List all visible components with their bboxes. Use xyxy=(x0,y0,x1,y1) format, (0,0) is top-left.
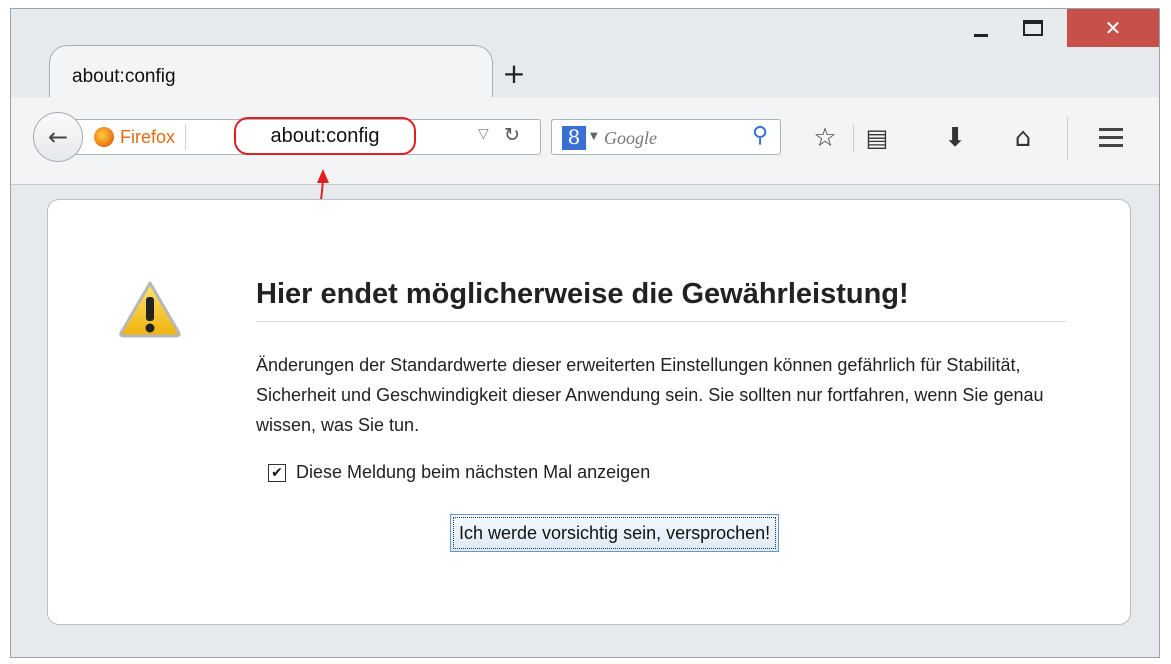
confirm-button[interactable]: Ich werde vorsichtig sein, versprochen! xyxy=(450,514,780,552)
download-icon[interactable]: ⬇ xyxy=(937,123,973,155)
search-input[interactable] xyxy=(604,125,744,151)
url-bar[interactable]: Firefox about:config ▽ ↻ xyxy=(71,117,541,155)
engine-dropdown-icon[interactable]: ▼ xyxy=(590,131,598,142)
minimize-icon xyxy=(974,33,988,37)
warning-icon xyxy=(119,281,181,338)
warning-text: Änderungen der Standardwerte dieser erwe… xyxy=(256,355,1044,435)
checkbox[interactable]: ✔ xyxy=(268,463,286,482)
warning-page: Hier endet möglicherweise die Gewährleis… xyxy=(47,199,1131,625)
search-engine-icon[interactable]: 8 xyxy=(562,126,586,150)
menu-icon[interactable] xyxy=(1093,123,1129,155)
toolbar-separator xyxy=(853,125,854,153)
page-title: Hier endet möglicherweise die Gewährleis… xyxy=(256,278,1066,322)
tab-about-config[interactable]: about:config xyxy=(49,45,493,103)
search-bar[interactable]: 8 ▼ ⚲ xyxy=(551,119,781,155)
firefox-icon xyxy=(94,127,114,147)
show-warning-checkbox[interactable]: ✔ Diese Meldung beim nächsten Mal anzeig… xyxy=(268,462,650,483)
reload-icon[interactable]: ↻ xyxy=(504,124,520,146)
maximize-button[interactable] xyxy=(1011,9,1055,47)
identity-box[interactable]: Firefox xyxy=(94,124,187,150)
menu-line xyxy=(1099,144,1123,147)
url-input[interactable]: about:config xyxy=(234,117,416,155)
back-button[interactable]: ← xyxy=(33,112,83,162)
close-button[interactable]: ✕ xyxy=(1067,9,1159,47)
close-icon: ✕ xyxy=(1104,16,1122,40)
minimize-button[interactable] xyxy=(959,9,1003,47)
tab-label: about:config xyxy=(72,66,176,87)
menu-line xyxy=(1099,128,1123,131)
bookmark-star-icon[interactable]: ☆ xyxy=(807,123,843,155)
reading-list-icon[interactable]: ▤ xyxy=(859,123,895,155)
menu-line xyxy=(1099,136,1123,139)
back-icon: ← xyxy=(47,123,69,151)
arrow-head xyxy=(317,169,329,183)
browser-window: about:config + ✕ Firefox about:config ▽ … xyxy=(10,8,1160,658)
dropdown-icon[interactable]: ▽ xyxy=(478,126,489,142)
checkbox-label: Diese Meldung beim nächsten Mal anzeigen xyxy=(296,462,651,482)
maximize-icon xyxy=(1023,20,1043,36)
home-icon[interactable]: ⌂ xyxy=(1005,123,1041,155)
title-bar: about:config + ✕ xyxy=(11,9,1159,103)
search-icon[interactable]: ⚲ xyxy=(752,123,768,148)
identity-label: Firefox xyxy=(120,126,176,147)
toolbar-separator xyxy=(1067,117,1068,161)
new-tab-icon[interactable]: + xyxy=(499,60,529,91)
navigation-toolbar: Firefox about:config ▽ ↻ ← 8 ▼ ⚲ ☆ ▤ ⬇ ⌂ xyxy=(11,97,1159,185)
